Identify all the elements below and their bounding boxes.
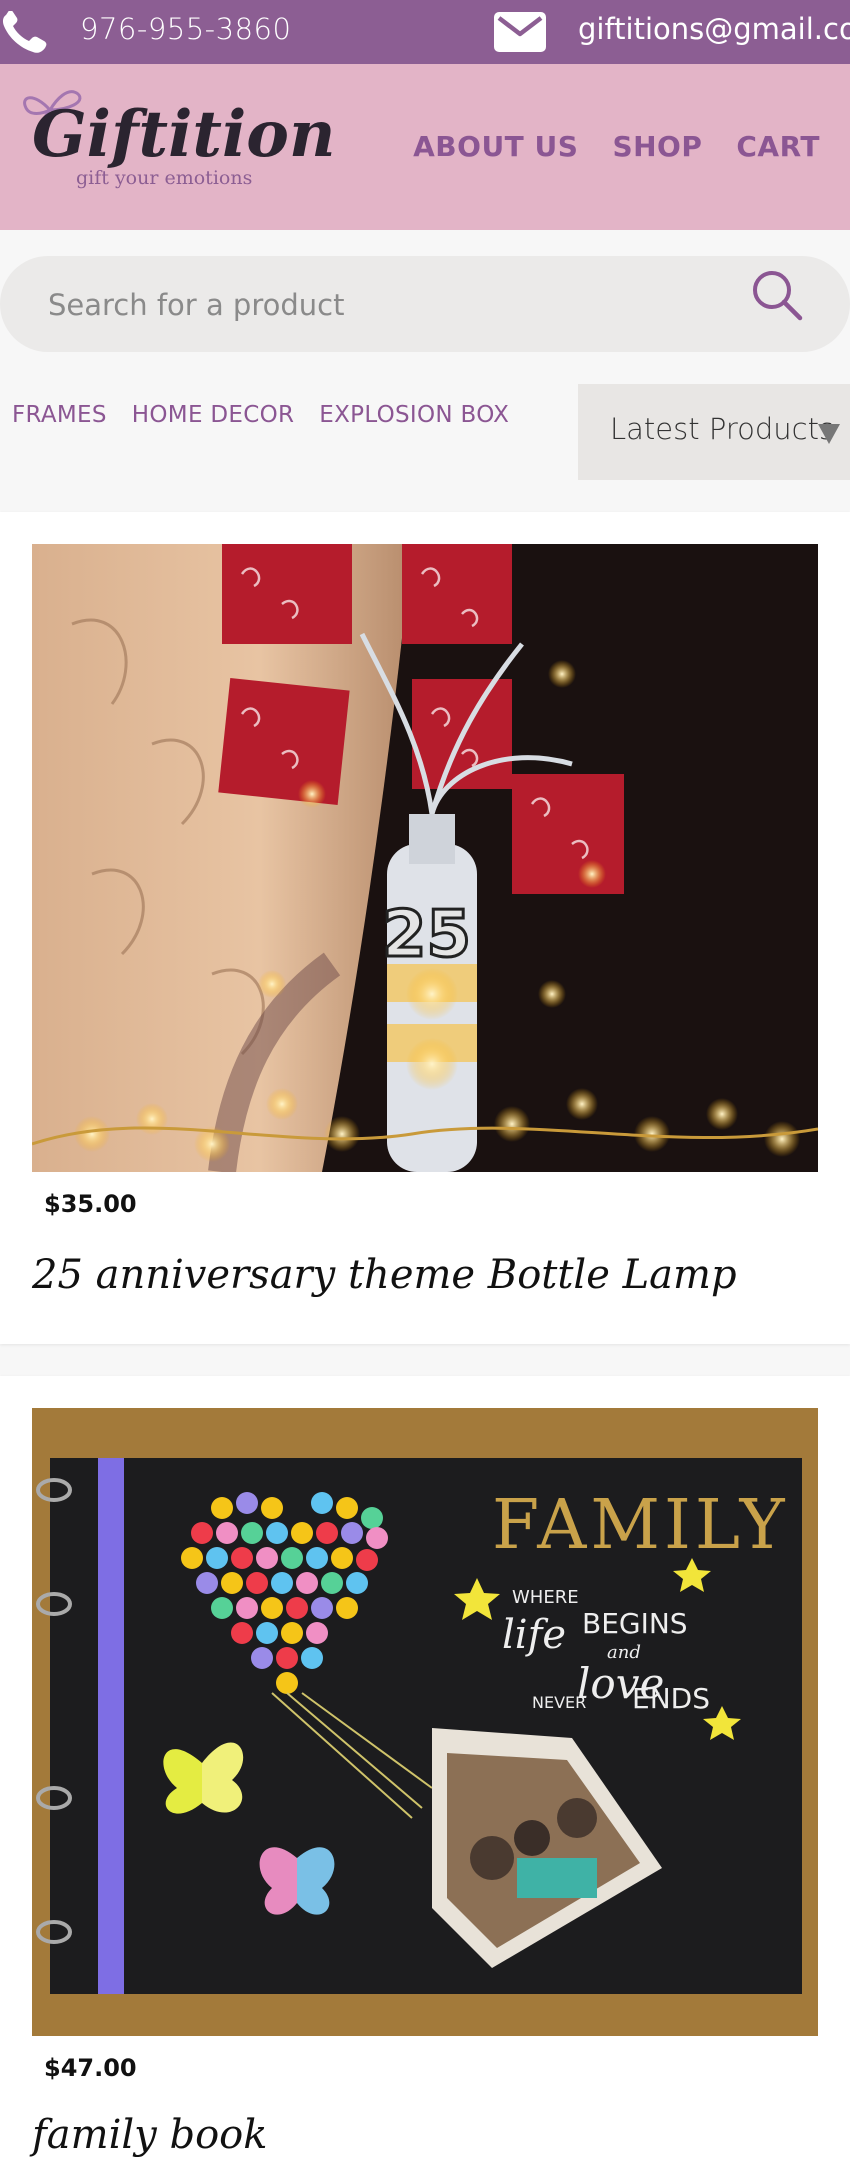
main-nav: ABOUT US SHOP CART (413, 130, 850, 163)
svg-text:Giftitions: Giftitions (32, 97, 332, 172)
svg-text:NEVER: NEVER (532, 1693, 586, 1712)
category-links: FRAMES HOME DECOR EXPLOSION BOX (12, 402, 534, 428)
contact-bar: 976-955-3860 giftitions@gmail.com (0, 0, 850, 64)
email-address[interactable]: giftitions@gmail.com (578, 12, 850, 46)
search-icon[interactable] (750, 268, 804, 322)
product-card[interactable]: 25 $35.00 25 anniversary theme Bottle La… (0, 512, 850, 1344)
giftitions-logo[interactable]: Giftitions gift your emotions (12, 78, 332, 196)
phone-icon[interactable] (0, 11, 50, 55)
svg-text:FAMILY: FAMILY (492, 1486, 789, 1565)
mail-icon[interactable] (494, 12, 546, 52)
nav-cart[interactable]: CART (736, 130, 820, 163)
product-image[interactable]: FAMILY WHERE life BEGINS and love NEVER … (32, 1408, 818, 2036)
nav-about-us[interactable]: ABOUT US (413, 130, 578, 163)
search-bar (0, 256, 850, 352)
phone-number[interactable]: 976-955-3860 (80, 12, 291, 46)
product-title[interactable]: 25 anniversary theme Bottle Lamp (32, 1252, 737, 1298)
product-image[interactable]: 25 (32, 544, 818, 1172)
svg-text:WHERE: WHERE (512, 1587, 579, 1608)
product-title[interactable]: family book (32, 2112, 268, 2158)
product-price: $47.00 (44, 2054, 137, 2082)
product-price: $35.00 (44, 1190, 137, 1218)
svg-text:BEGINS: BEGINS (582, 1607, 688, 1640)
site-header: Giftitions gift your emotions ABOUT US S… (0, 64, 850, 230)
svg-text:gift your emotions: gift your emotions (76, 167, 252, 189)
sort-dropdown[interactable]: Latest Products (578, 384, 850, 480)
svg-text:25: 25 (382, 898, 471, 972)
category-frames[interactable]: FRAMES (12, 402, 107, 428)
product-card[interactable]: FAMILY WHERE life BEGINS and love NEVER … (0, 1376, 850, 2162)
nav-shop[interactable]: SHOP (612, 130, 702, 163)
chevron-down-icon (818, 424, 840, 444)
category-home-decor[interactable]: HOME DECOR (132, 402, 294, 428)
svg-text:ENDS: ENDS (632, 1682, 710, 1715)
category-explosion-box[interactable]: EXPLOSION BOX (319, 402, 509, 428)
search-input[interactable] (48, 282, 708, 328)
sort-selected-value: Latest Products (610, 412, 835, 446)
svg-text:life: life (502, 1612, 566, 1658)
